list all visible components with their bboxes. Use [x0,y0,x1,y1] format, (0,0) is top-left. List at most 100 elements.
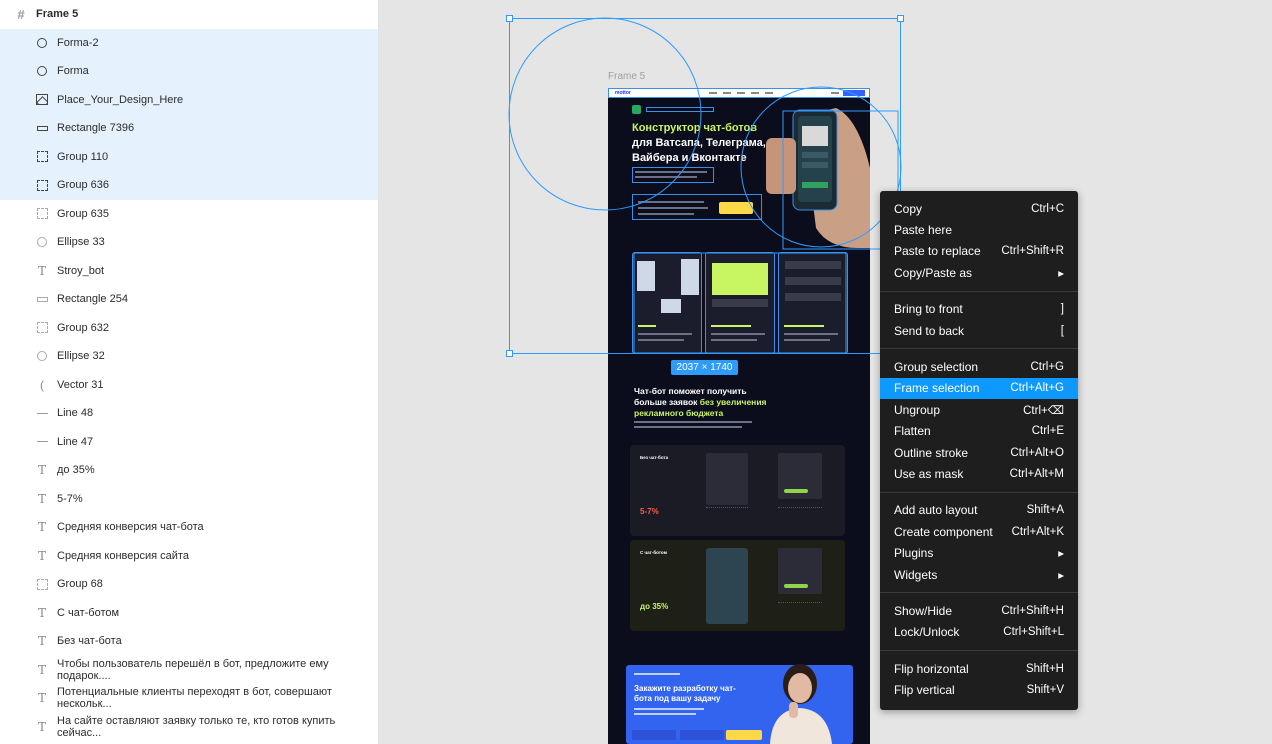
vector-icon: ( [40,377,44,392]
group-icon [35,321,49,335]
group-icon [35,178,49,192]
selection-size-badge: 2037 × 1740 [671,360,738,375]
menu-item-copy[interactable]: Copy Ctrl+C [880,198,1078,219]
layer-row[interactable]: Forma [0,57,378,86]
layer-label: Group 635 [57,207,109,220]
layer-row[interactable]: Place_Your_Design_Here [0,85,378,114]
text-icon: T [37,548,46,563]
resize-handle-top-right[interactable] [897,15,904,22]
submenu-arrow-icon: ▸ [1058,267,1064,280]
layer-row[interactable]: Tдо 35% [0,456,378,485]
preview-compare-block-with: С чат-ботом до 35% [630,540,845,631]
layer-label: Line 47 [57,435,94,448]
selection-bounding-box[interactable] [509,18,901,354]
layer-row[interactable]: Rectangle 7396 [0,114,378,143]
preview-promo-text [634,713,696,715]
layer-row[interactable]: Forma-2 [0,28,378,57]
menu-item-use-as-mask[interactable]: Use as mask Ctrl+Alt+M [880,463,1078,484]
menu-item-flip-horizontal[interactable]: Flip horizontal Shift+H [880,658,1078,679]
resize-handle-bottom-left[interactable] [506,350,513,357]
preview-promo-person [770,664,832,744]
ellipse-icon [35,235,49,249]
layer-label: Средняя конверсия чат-бота [57,521,204,534]
layer-label: Потенциальные клиенты переходят в бот, с… [57,686,332,711]
menu-separator [880,592,1078,594]
layer-row[interactable]: Group 632 [0,314,378,343]
menu-item-send-to-back[interactable]: Send to back [ [880,320,1078,341]
menu-item-group-selection[interactable]: Group selection Ctrl+G [880,356,1078,377]
layer-label: Group 110 [57,150,109,163]
group-icon [35,577,49,591]
menu-item-paste-here[interactable]: Paste here [880,219,1078,240]
text-icon: T [37,463,46,478]
layer-row[interactable]: Ellipse 33 [0,228,378,257]
text-icon: T [37,263,46,278]
layer-label: Group 632 [57,321,109,334]
menu-item-flatten[interactable]: Flatten Ctrl+E [880,421,1078,442]
rectangle-icon [35,292,49,306]
menu-item-ungroup[interactable]: Ungroup Ctrl+⌫ [880,399,1078,420]
menu-item-create-component[interactable]: Create component Ctrl+Alt+K [880,521,1078,542]
rectangle-icon [35,121,49,135]
line-icon [35,435,49,449]
preview-promo-button [726,730,762,740]
menu-item-widgets[interactable]: Widgets ▸ [880,564,1078,585]
menu-item-lock-unlock[interactable]: Lock/Unlock Ctrl+Shift+L [880,622,1078,643]
menu-item-label: Paste to replace [894,244,981,259]
layer-row[interactable]: (Vector 31 [0,371,378,400]
line-icon [35,406,49,420]
layer-row[interactable]: T 5-7% [0,485,378,514]
layer-row[interactable]: Group 68 [0,570,378,599]
layer-label: Rectangle 254 [57,293,128,306]
menu-item-label: Frame selection [894,381,980,396]
layer-label: Ellipse 32 [57,350,105,363]
layer-row[interactable]: T Stroy_bot [0,257,378,286]
resize-handle-top-left[interactable] [506,15,513,22]
layer-row[interactable]: Group 110 [0,142,378,171]
menu-item-label: Paste here [894,223,953,238]
layer-row-frame-5[interactable]: # Frame 5 [0,0,378,29]
menu-item-shortcut: Ctrl+Alt+K [1011,525,1064,538]
layer-row[interactable]: T Средняя конверсия чат-бота [0,513,378,542]
menu-item-shortcut: Ctrl+E [1031,425,1064,438]
layer-row[interactable]: T На сайте оставляют заявку только те, кт… [0,713,378,742]
layer-row[interactable]: Line 47 [0,428,378,457]
menu-item-shortcut: Ctrl+G [1030,361,1064,374]
menu-item-flip-vertical[interactable]: Flip vertical Shift+V [880,680,1078,701]
menu-item-add-auto-layout[interactable]: Add auto layout Shift+A [880,500,1078,521]
submenu-arrow-icon: ▸ [1058,569,1064,582]
menu-item-bring-to-front[interactable]: Bring to front] [880,299,1078,320]
layer-row[interactable]: T Потенциальные клиенты переходят в бот, … [0,684,378,713]
menu-item-label: Send to back [894,323,965,338]
layer-row[interactable]: T С чат-ботом [0,599,378,628]
layer-row[interactable]: Line 48 [0,399,378,428]
layer-row[interactable]: T Средняя конверсия сайта [0,542,378,571]
preview-section-text [634,426,742,428]
menu-item-label: Show/Hide [894,604,953,619]
layer-row[interactable]: Group 636 [0,171,378,200]
layer-label: Rectangle 7396 [57,122,135,135]
menu-item-frame-selection[interactable]: Frame selection Ctrl+Alt+G [880,377,1078,400]
layer-row[interactable]: T Чтобы пользователь перешёл в бот, предл… [0,656,378,685]
menu-item-plugins[interactable]: Plugins ▸ [880,543,1078,564]
frame-icon: # [17,6,25,22]
menu-item-shortcut: [ [1060,324,1064,337]
text-icon: T [37,691,46,706]
menu-item-copy-paste-as[interactable]: Copy/Paste as ▸ [880,262,1078,283]
menu-item-show-hide[interactable]: Show/Hide Ctrl+Shift+H [880,600,1078,621]
layer-label: Forma-2 [57,36,99,49]
layer-row[interactable]: Rectangle 254 [0,285,378,314]
menu-item-label: Flip horizontal [894,661,969,676]
menu-item-shortcut: Ctrl+Alt+M [1009,468,1064,481]
menu-item-outline-stroke[interactable]: Outline stroke Ctrl+Alt+O [880,442,1078,463]
layer-row[interactable]: Ellipse 32 [0,342,378,371]
canvas[interactable]: Frame 5 mottor Конструктор чат-ботов для… [380,0,1272,744]
layer-label: Чтобы пользователь перешёл в бот, предло… [57,657,329,682]
menu-item-paste-to-replace[interactable]: Paste to replace Ctrl+Shift+R [880,241,1078,262]
text-icon: T [37,662,46,677]
text-icon: T [37,634,46,649]
layer-row[interactable]: Group 635 [0,200,378,229]
layer-row[interactable]: T Без чат-бота [0,627,378,656]
menu-separator [880,290,1078,292]
menu-item-shortcut: Ctrl+⌫ [1023,404,1064,417]
